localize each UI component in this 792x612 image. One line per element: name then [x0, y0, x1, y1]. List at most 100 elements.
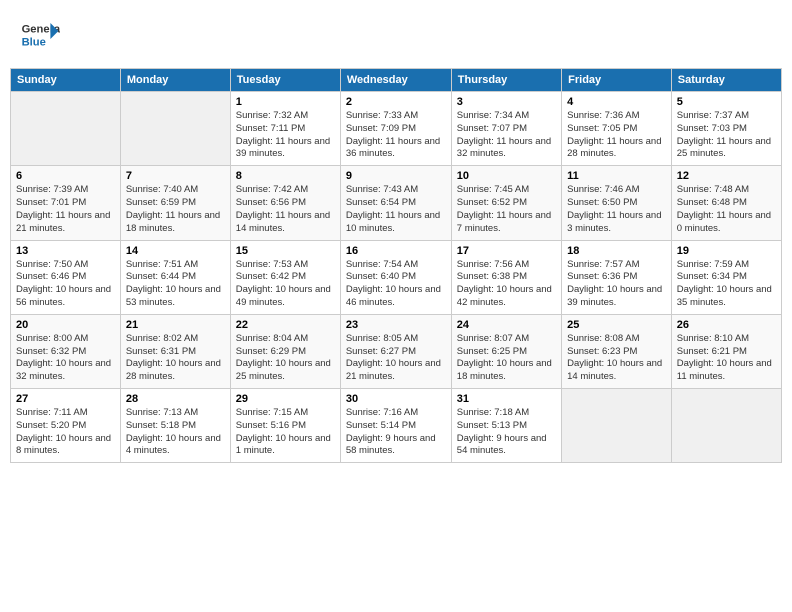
calendar-cell: 3Sunrise: 7:34 AM Sunset: 7:07 PM Daylig…: [451, 92, 561, 166]
calendar-cell: 20 Sunrise: 8:00 AM Sunset: 6:32 PM Dayli…: [11, 314, 121, 388]
calendar-cell: [671, 389, 781, 463]
col-header-sunday: Sunday: [11, 69, 121, 92]
week-row-4: 20 Sunrise: 8:00 AM Sunset: 6:32 PM Dayli…: [11, 314, 782, 388]
day-number: 9: [346, 170, 446, 182]
calendar-cell: 14 Sunrise: 7:51 AM Sunset: 6:44 PM Dayli…: [120, 240, 230, 314]
day-number: 1: [236, 96, 335, 108]
day-number: 26: [677, 319, 776, 331]
day-number: 10: [457, 170, 556, 182]
day-number: 31: [457, 393, 556, 405]
day-number: 23: [346, 319, 446, 331]
day-info: Sunrise: 7:50 AM Sunset: 6:46 PM Dayligh…: [16, 259, 115, 310]
day-info: Sunrise: 8:07 AM Sunset: 6:25 PM Dayligh…: [457, 333, 556, 384]
day-number: 4: [567, 96, 666, 108]
day-info: Sunrise: 7:53 AM Sunset: 6:42 PM Dayligh…: [236, 259, 335, 310]
day-info: Sunrise: 7:32 AM Sunset: 7:11 PM Dayligh…: [236, 110, 335, 161]
calendar-cell: 23 Sunrise: 8:05 AM Sunset: 6:27 PM Dayli…: [340, 314, 451, 388]
calendar-cell: 13 Sunrise: 7:50 AM Sunset: 6:46 PM Dayli…: [11, 240, 121, 314]
calendar-cell: 16 Sunrise: 7:54 AM Sunset: 6:40 PM Dayli…: [340, 240, 451, 314]
day-info: Sunrise: 7:11 AM Sunset: 5:20 PM Dayligh…: [16, 407, 115, 458]
calendar-cell: 2Sunrise: 7:33 AM Sunset: 7:09 PM Daylig…: [340, 92, 451, 166]
calendar-cell: 17Sunrise: 7:56 AM Sunset: 6:38 PM Dayli…: [451, 240, 561, 314]
day-number: 3: [457, 96, 556, 108]
day-number: 12: [677, 170, 776, 182]
day-number: 16: [346, 245, 446, 257]
day-info: Sunrise: 7:37 AM Sunset: 7:03 PM Dayligh…: [677, 110, 776, 161]
calendar-cell: [11, 92, 121, 166]
day-number: 14: [126, 245, 225, 257]
day-number: 27: [16, 393, 115, 405]
calendar-cell: 12 Sunrise: 7:48 AM Sunset: 6:48 PM Dayli…: [671, 166, 781, 240]
day-number: 13: [16, 245, 115, 257]
col-header-thursday: Thursday: [451, 69, 561, 92]
day-number: 2: [346, 96, 446, 108]
calendar-cell: 25 Sunrise: 8:08 AM Sunset: 6:23 PM Dayli…: [562, 314, 672, 388]
day-number: 7: [126, 170, 225, 182]
col-header-friday: Friday: [562, 69, 672, 92]
day-info: Sunrise: 7:18 AM Sunset: 5:13 PM Dayligh…: [457, 407, 556, 458]
day-number: 25: [567, 319, 666, 331]
day-info: Sunrise: 7:51 AM Sunset: 6:44 PM Dayligh…: [126, 259, 225, 310]
day-info: Sunrise: 7:54 AM Sunset: 6:40 PM Dayligh…: [346, 259, 446, 310]
day-number: 28: [126, 393, 225, 405]
calendar-cell: 7 Sunrise: 7:40 AM Sunset: 6:59 PM Daylig…: [120, 166, 230, 240]
day-info: Sunrise: 8:04 AM Sunset: 6:29 PM Dayligh…: [236, 333, 335, 384]
week-row-2: 6 Sunrise: 7:39 AM Sunset: 7:01 PM Daylig…: [11, 166, 782, 240]
day-info: Sunrise: 8:08 AM Sunset: 6:23 PM Dayligh…: [567, 333, 666, 384]
logo: General Blue: [20, 15, 64, 55]
calendar-cell: 5 Sunrise: 7:37 AM Sunset: 7:03 PM Daylig…: [671, 92, 781, 166]
calendar-cell: 31 Sunrise: 7:18 AM Sunset: 5:13 PM Dayli…: [451, 389, 561, 463]
week-row-3: 13 Sunrise: 7:50 AM Sunset: 6:46 PM Dayli…: [11, 240, 782, 314]
day-info: Sunrise: 8:10 AM Sunset: 6:21 PM Dayligh…: [677, 333, 776, 384]
calendar-cell: 21Sunrise: 8:02 AM Sunset: 6:31 PM Dayli…: [120, 314, 230, 388]
day-info: Sunrise: 7:13 AM Sunset: 5:18 PM Dayligh…: [126, 407, 225, 458]
day-info: Sunrise: 7:36 AM Sunset: 7:05 PM Dayligh…: [567, 110, 666, 161]
day-info: Sunrise: 7:45 AM Sunset: 6:52 PM Dayligh…: [457, 184, 556, 235]
calendar-cell: 24 Sunrise: 8:07 AM Sunset: 6:25 PM Dayli…: [451, 314, 561, 388]
day-info: Sunrise: 7:56 AM Sunset: 6:38 PM Dayligh…: [457, 259, 556, 310]
day-number: 18: [567, 245, 666, 257]
calendar-cell: 6 Sunrise: 7:39 AM Sunset: 7:01 PM Daylig…: [11, 166, 121, 240]
col-header-wednesday: Wednesday: [340, 69, 451, 92]
day-number: 6: [16, 170, 115, 182]
day-info: Sunrise: 8:05 AM Sunset: 6:27 PM Dayligh…: [346, 333, 446, 384]
calendar-cell: 19 Sunrise: 7:59 AM Sunset: 6:34 PM Dayli…: [671, 240, 781, 314]
day-number: 19: [677, 245, 776, 257]
svg-text:Blue: Blue: [22, 36, 46, 48]
day-number: 21: [126, 319, 225, 331]
calendar-cell: 18 Sunrise: 7:57 AM Sunset: 6:36 PM Dayli…: [562, 240, 672, 314]
calendar-cell: 1 Sunrise: 7:32 AM Sunset: 7:11 PM Daylig…: [230, 92, 340, 166]
day-info: Sunrise: 8:00 AM Sunset: 6:32 PM Dayligh…: [16, 333, 115, 384]
col-header-saturday: Saturday: [671, 69, 781, 92]
calendar-cell: 28 Sunrise: 7:13 AM Sunset: 5:18 PM Dayli…: [120, 389, 230, 463]
page-header: General Blue: [10, 10, 782, 60]
day-info: Sunrise: 7:59 AM Sunset: 6:34 PM Dayligh…: [677, 259, 776, 310]
day-number: 24: [457, 319, 556, 331]
calendar-header-row: SundayMondayTuesdayWednesdayThursdayFrid…: [11, 69, 782, 92]
calendar-cell: 10 Sunrise: 7:45 AM Sunset: 6:52 PM Dayli…: [451, 166, 561, 240]
day-info: Sunrise: 7:42 AM Sunset: 6:56 PM Dayligh…: [236, 184, 335, 235]
calendar-cell: 29 Sunrise: 7:15 AM Sunset: 5:16 PM Dayli…: [230, 389, 340, 463]
day-info: Sunrise: 7:48 AM Sunset: 6:48 PM Dayligh…: [677, 184, 776, 235]
calendar-cell: 15 Sunrise: 7:53 AM Sunset: 6:42 PM Dayli…: [230, 240, 340, 314]
day-number: 20: [16, 319, 115, 331]
day-info: Sunrise: 7:46 AM Sunset: 6:50 PM Dayligh…: [567, 184, 666, 235]
day-number: 8: [236, 170, 335, 182]
calendar-cell: 9Sunrise: 7:43 AM Sunset: 6:54 PM Daylig…: [340, 166, 451, 240]
calendar-cell: 22 Sunrise: 8:04 AM Sunset: 6:29 PM Dayli…: [230, 314, 340, 388]
col-header-monday: Monday: [120, 69, 230, 92]
day-info: Sunrise: 7:39 AM Sunset: 7:01 PM Dayligh…: [16, 184, 115, 235]
calendar-cell: [562, 389, 672, 463]
day-info: Sunrise: 7:57 AM Sunset: 6:36 PM Dayligh…: [567, 259, 666, 310]
col-header-tuesday: Tuesday: [230, 69, 340, 92]
week-row-5: 27 Sunrise: 7:11 AM Sunset: 5:20 PM Dayli…: [11, 389, 782, 463]
calendar-cell: 4 Sunrise: 7:36 AM Sunset: 7:05 PM Daylig…: [562, 92, 672, 166]
week-row-1: 1 Sunrise: 7:32 AM Sunset: 7:11 PM Daylig…: [11, 92, 782, 166]
day-number: 11: [567, 170, 666, 182]
day-number: 5: [677, 96, 776, 108]
day-number: 29: [236, 393, 335, 405]
day-info: Sunrise: 7:40 AM Sunset: 6:59 PM Dayligh…: [126, 184, 225, 235]
day-info: Sunrise: 7:15 AM Sunset: 5:16 PM Dayligh…: [236, 407, 335, 458]
day-number: 22: [236, 319, 335, 331]
day-number: 15: [236, 245, 335, 257]
